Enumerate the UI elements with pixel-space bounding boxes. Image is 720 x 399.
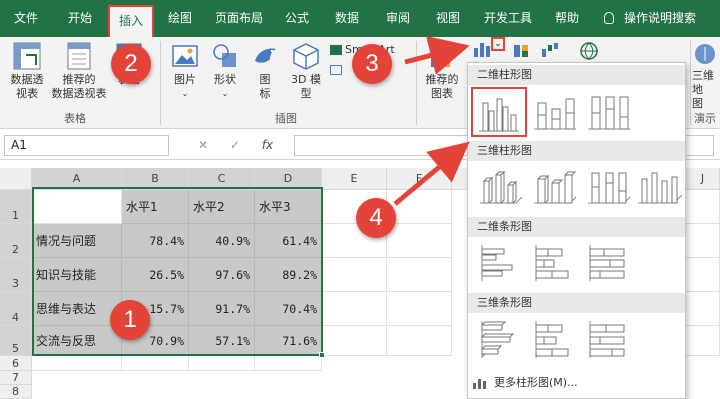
callout-4: 4 xyxy=(356,198,396,238)
callout-3: 3 xyxy=(352,44,392,84)
callout-2: 2 xyxy=(111,44,151,84)
arrow-to-column-dropdown xyxy=(404,36,470,75)
arrow-to-clustered-column xyxy=(393,141,470,206)
callout-1: 1 xyxy=(110,300,150,340)
